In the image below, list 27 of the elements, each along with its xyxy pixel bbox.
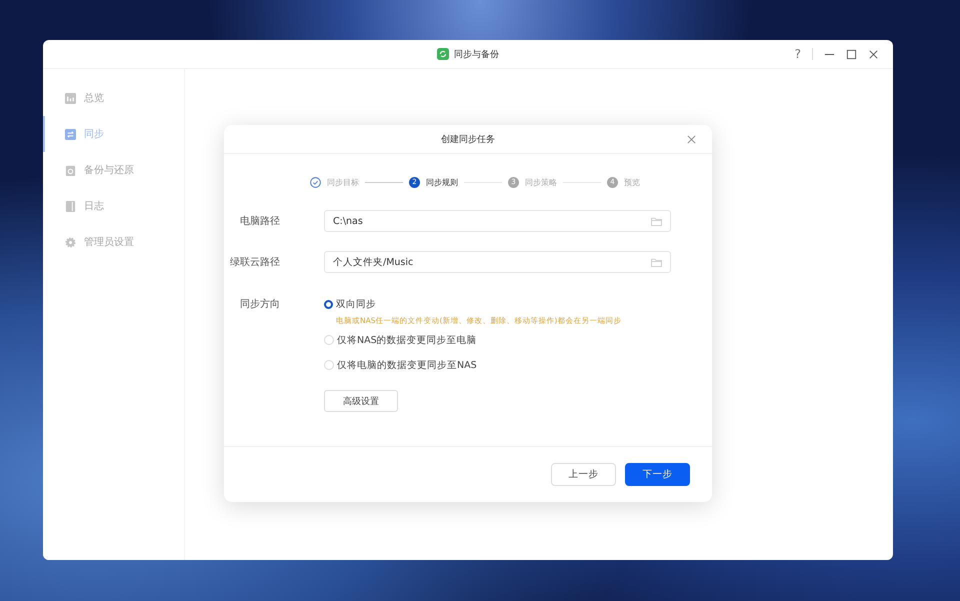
app-logo-icon (437, 48, 449, 60)
help-button[interactable]: ? (794, 47, 801, 61)
step-item: 同步目标 (310, 176, 359, 188)
book-icon (65, 200, 76, 212)
chart-icon (65, 92, 76, 104)
gear-icon (65, 236, 76, 248)
window-title: 同步与备份 (454, 48, 499, 60)
next-button[interactable]: 下一步 (625, 463, 690, 486)
dialog-title: 创建同步任务 (441, 134, 495, 146)
radio-option[interactable]: 双向同步 (324, 295, 376, 313)
folder-icon (651, 216, 662, 226)
field-label: 绿联云路径 (229, 256, 280, 269)
field-label: 电脑路径 (239, 214, 280, 228)
field-label: 同步方向 (239, 298, 280, 311)
maximize-icon[interactable] (846, 48, 857, 60)
advanced-settings-button[interactable]: 高级设置 (324, 390, 398, 412)
folder-icon (651, 258, 662, 266)
document-icon (65, 164, 76, 176)
radio-option[interactable]: 仅将电脑的数据变更同步至NAS (324, 356, 477, 374)
close-icon[interactable] (687, 135, 696, 144)
close-icon[interactable] (868, 48, 879, 60)
radio-button[interactable] (324, 300, 333, 308)
path-field[interactable]: C:\nas (324, 210, 671, 232)
radio-option[interactable]: 仅将NAS的数据变更同步至电脑 (324, 331, 477, 349)
path-field[interactable]: 个人文件夹/Music (324, 251, 671, 273)
arrows-icon (65, 128, 76, 140)
back-button[interactable]: 上一步 (551, 463, 616, 486)
